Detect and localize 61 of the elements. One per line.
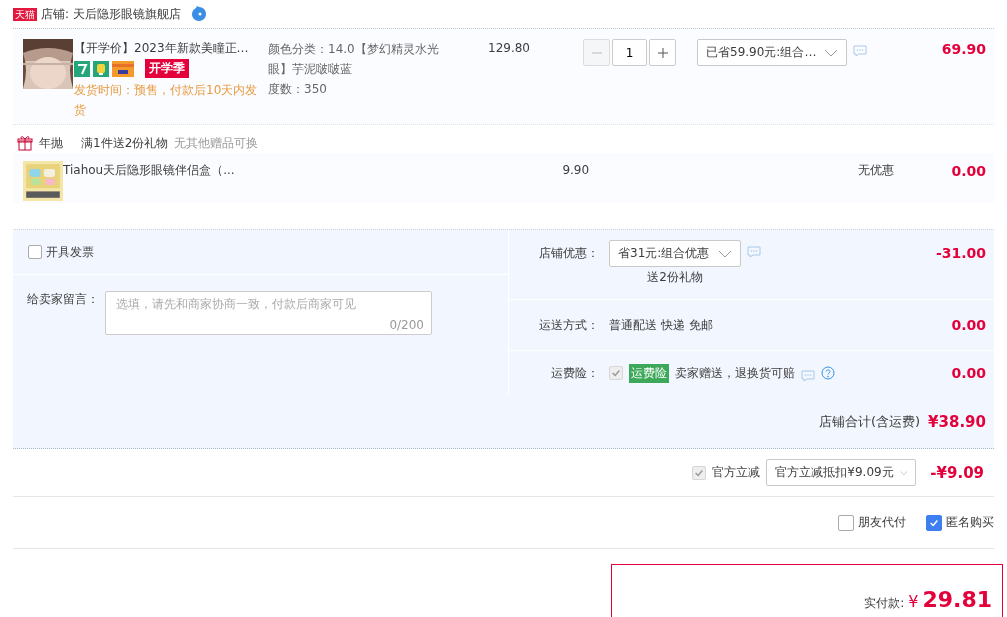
char-counter: 0/200 — [389, 318, 424, 332]
shipping-amount: 0.00 — [951, 315, 987, 335]
product-title[interactable]: 【开学价】2023年新款美瞳正… — [74, 39, 268, 57]
shipping-label: 运送方式： — [538, 316, 599, 334]
caret-icon — [718, 249, 732, 258]
discount-amount: -31.00 — [935, 244, 987, 263]
checkbox[interactable] — [926, 514, 942, 531]
seven-day-icon — [74, 60, 90, 77]
check-icon — [929, 517, 939, 528]
gift-note: 无其他赠品可换 — [174, 134, 259, 152]
gift-group: 年抛 — [39, 134, 63, 152]
chat-icon[interactable] — [801, 370, 815, 382]
plus-icon — [656, 46, 669, 59]
gift-offer: 满1件送2份礼物 — [81, 134, 169, 152]
promo-text: 无优惠 — [858, 162, 895, 179]
subtotal-amount: ¥38.90 — [928, 413, 986, 431]
product-title[interactable]: Tiahou天后隐形眼镜伴侣盒（... — [63, 161, 235, 179]
product-degree: 度数：350 — [268, 81, 328, 98]
item-total: 0.00 — [951, 163, 986, 179]
help-icon[interactable] — [821, 366, 835, 380]
shop-discount-label: 店铺优惠： — [538, 245, 599, 262]
delivery-note: 发货时间：预售，付款后10天内发货 — [74, 82, 259, 119]
unit-price: 9.90 — [562, 163, 590, 177]
check-icon — [694, 467, 705, 478]
invoice-label: 开具发票 — [46, 243, 94, 261]
chat-bubble-icon[interactable] — [190, 6, 207, 22]
option-label: 匿名购买 — [946, 514, 994, 531]
message-label: 给卖家留言： — [27, 291, 99, 308]
caret-icon — [899, 468, 908, 477]
shipping-method: 普通配送 快递 免邮 — [609, 316, 713, 334]
card-icon — [112, 60, 134, 77]
checkbox[interactable] — [28, 245, 42, 259]
option-label: 朋友代付 — [858, 514, 906, 531]
check-icon — [611, 368, 621, 378]
unit-price: 129.80 — [488, 41, 530, 55]
decrease-button[interactable] — [583, 39, 610, 66]
payment-amount: 29.81 — [922, 587, 992, 613]
insurance-text: 卖家赠送，退换货可赔 — [675, 364, 795, 382]
store-badge: 天猫 — [13, 7, 37, 21]
official-discount-amount: -¥9.09 — [930, 463, 984, 482]
payment-label: 实付款: — [864, 595, 905, 612]
caret-icon — [824, 48, 838, 57]
insurance-amount: 0.00 — [951, 363, 987, 383]
shop-discount-select[interactable]: 省31元:组合优惠 — [609, 240, 741, 267]
insurance-tag: 运费险 — [629, 363, 669, 383]
currency-sign: ¥ — [908, 592, 919, 611]
promo-badge: 开学季 — [145, 59, 189, 78]
chat-icon[interactable] — [853, 45, 867, 57]
product-spec: 颜色分类：14.0【梦幻精灵水光眼】芋泥啵啵蓝 — [268, 41, 440, 78]
increase-button[interactable] — [649, 39, 676, 66]
shop-name[interactable]: 店铺: 天后隐形眼镜旗舰店 — [41, 5, 181, 23]
gift-note: 送2份礼物 — [647, 269, 703, 285]
checkbox[interactable] — [838, 514, 854, 531]
official-discount-label: 官方立减 — [712, 464, 761, 481]
gift-icon — [17, 135, 33, 151]
discount-select[interactable]: 已省59.90元:组合… — [697, 39, 847, 66]
subtotal-label: 店铺合计(含运费) — [818, 413, 921, 431]
item-total: 69.90 — [941, 41, 986, 57]
chat-icon[interactable] — [747, 246, 761, 258]
insurance-label: 运费险： — [550, 364, 599, 382]
quantity-field[interactable]: 1 — [612, 39, 647, 66]
